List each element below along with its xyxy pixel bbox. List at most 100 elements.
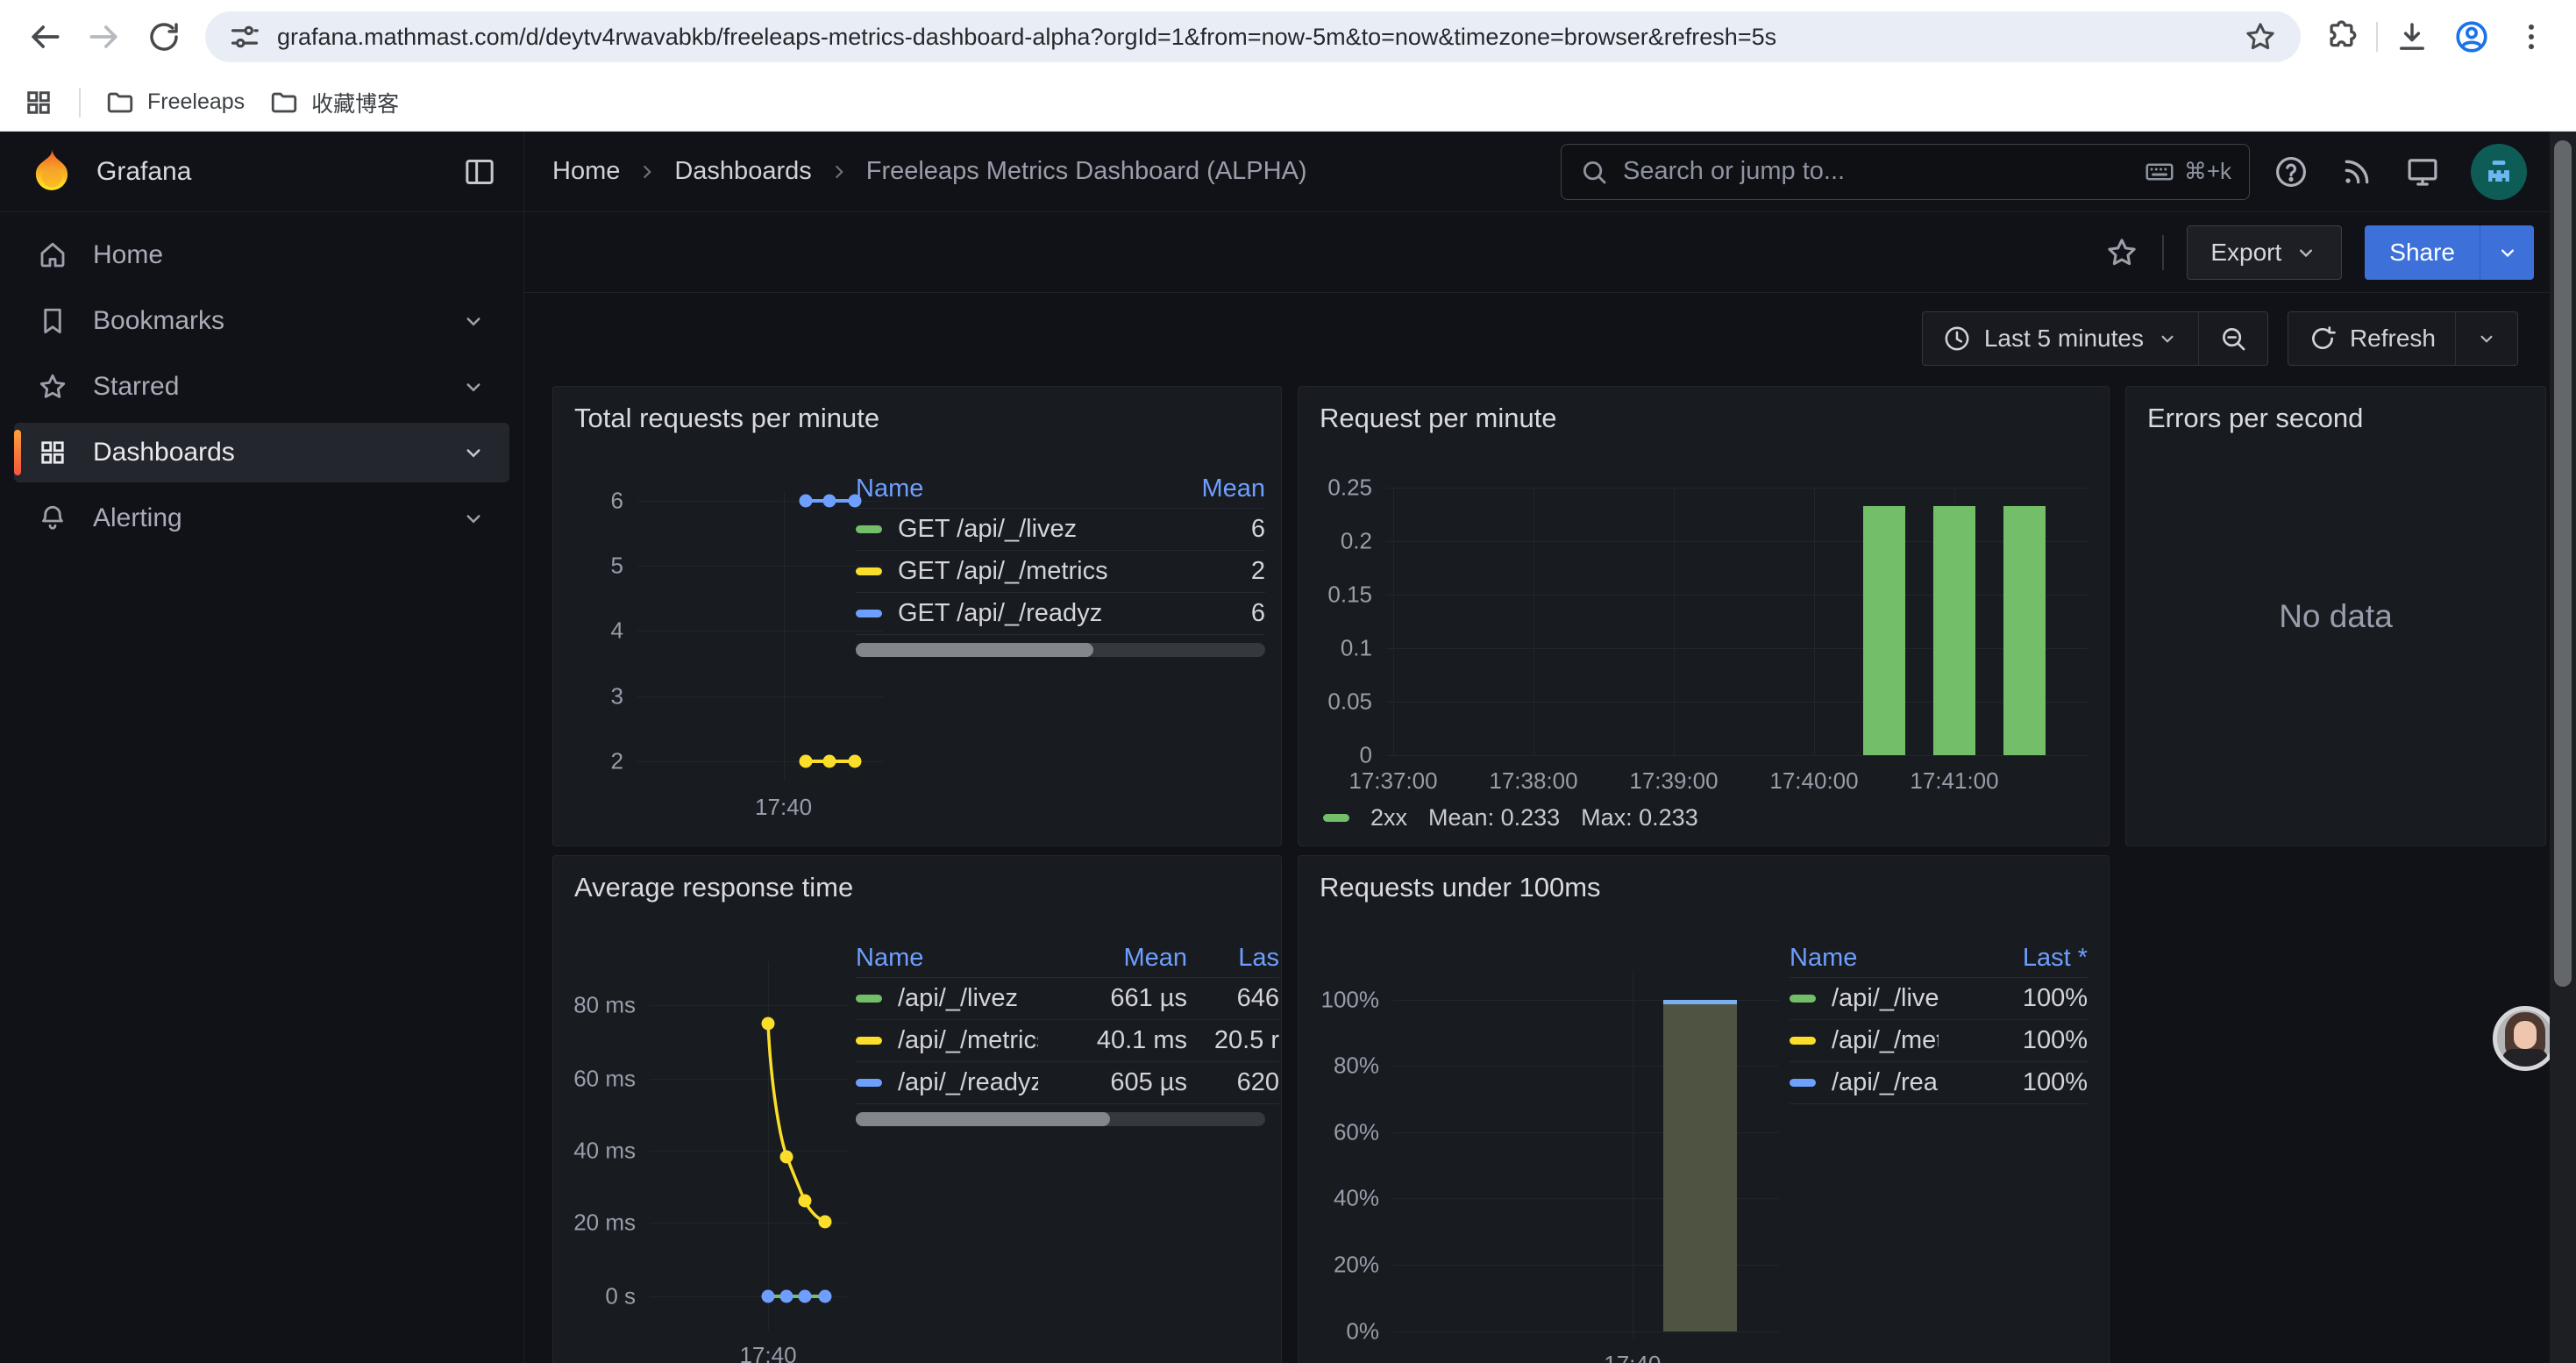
forward-icon[interactable] — [79, 11, 130, 62]
table-row[interactable]: /api/_/livez 100% — [1790, 978, 2088, 1020]
panel-total-requests[interactable]: Total requests per minute 6 5 4 3 2 17:4… — [552, 386, 1282, 846]
scrollbar-thumb[interactable] — [2554, 140, 2572, 987]
y-tick: 60% — [1334, 1118, 1379, 1145]
grafana-logo[interactable] — [26, 146, 77, 197]
x-tick: 17:37:00 — [1348, 767, 1437, 795]
sidebar-collapse-icon[interactable] — [462, 154, 497, 189]
profile-icon[interactable] — [2446, 11, 2497, 62]
bookmarks-bar: Freeleaps 收藏博客 — [0, 74, 2576, 132]
screen-monitor-icon[interactable] — [2404, 153, 2441, 190]
downloads-icon[interactable] — [2387, 11, 2437, 62]
refresh-button[interactable]: Refresh — [2288, 312, 2455, 365]
x-tick: 17:40 — [739, 1342, 796, 1363]
table-row[interactable]: GET /api/_/readyz 6 — [856, 593, 1265, 635]
panel-errors-per-second[interactable]: Errors per second No data — [2125, 386, 2546, 846]
series-mean: 605 µs — [1038, 1068, 1187, 1097]
legend-hscrollbar[interactable] — [856, 643, 1265, 657]
table-row[interactable]: /api/_/metrics 100% — [1790, 1020, 2088, 1062]
share-menu-caret[interactable] — [2480, 225, 2534, 280]
col-mean[interactable]: Mean — [1160, 475, 1265, 503]
refresh-group: Refresh — [2288, 311, 2518, 366]
table-row[interactable]: /api/_/livez 661 µs 646 — [856, 978, 1279, 1020]
chevron-down-icon[interactable] — [460, 308, 487, 334]
col-last[interactable]: Las — [1187, 944, 1279, 973]
panel-title: Errors per second — [2147, 403, 2363, 434]
breadcrumb-dashboards[interactable]: Dashboards — [674, 157, 811, 186]
y-tick: 40 ms — [573, 1138, 636, 1165]
user-avatar[interactable] — [2471, 144, 2527, 200]
sidebar-item-starred[interactable]: Starred — [14, 357, 509, 417]
sidebar-item-bookmarks[interactable]: Bookmarks — [14, 291, 509, 351]
grafana-app: Grafana Home Bookmarks Starred D — [0, 132, 2576, 1363]
avg-response-legend-table: Name Mean Las /api/_/livez 661 µs 646 /a… — [856, 939, 1279, 1104]
zoom-out-button[interactable] — [2198, 312, 2267, 365]
help-icon[interactable] — [2273, 153, 2309, 190]
site-settings-icon[interactable] — [228, 20, 261, 54]
browser-menu-icon[interactable] — [2506, 11, 2557, 62]
refresh-interval-caret[interactable] — [2455, 312, 2517, 365]
bookmark-folder-freeleaps[interactable]: Freeleaps — [105, 88, 245, 118]
panel-request-per-minute[interactable]: Request per minute 0.25 0.2 0.15 0.1 0.0… — [1298, 386, 2110, 846]
table-row[interactable]: /api/_/metrics 40.1 ms 20.5 r — [856, 1020, 1279, 1062]
url-input[interactable] — [277, 24, 2227, 51]
table-row[interactable]: GET /api/_/metrics 2 — [856, 551, 1265, 593]
sidebar-item-dashboards[interactable]: Dashboards — [14, 423, 509, 482]
chevron-down-icon[interactable] — [460, 439, 487, 466]
col-name[interactable]: Name — [856, 475, 1160, 503]
stacked-percent-bar — [1663, 1000, 1737, 1331]
breadcrumb-current: Freeleaps Metrics Dashboard (ALPHA) — [866, 157, 1307, 186]
export-button[interactable]: Export — [2187, 225, 2342, 280]
col-mean[interactable]: Mean — [1038, 944, 1187, 973]
sidebar-item-home[interactable]: Home — [14, 225, 509, 285]
series-swatch — [856, 1037, 882, 1045]
legend-2xx[interactable]: 2xx Mean: 0.233 Max: 0.233 — [1323, 804, 1698, 831]
col-last[interactable]: Last * — [1939, 944, 2088, 973]
bookmark-folder-blogs[interactable]: 收藏博客 — [269, 87, 399, 118]
y-tick: 4 — [611, 617, 623, 645]
star-dashboard-icon[interactable] — [2104, 235, 2139, 270]
avg-response-plot: 80 ms 60 ms 40 ms 20 ms 0 s — [650, 961, 847, 1330]
panel-avg-response-time[interactable]: Average response time 80 ms 60 ms 40 ms … — [552, 855, 1282, 1363]
search-input[interactable] — [1623, 157, 2130, 186]
col-name[interactable]: Name — [1790, 944, 1939, 973]
panel-requests-under-100ms[interactable]: Requests under 100ms 100% 80% 60% 40% 20… — [1298, 855, 2110, 1363]
share-button[interactable]: Share — [2365, 225, 2534, 280]
reload-icon[interactable] — [139, 11, 189, 62]
bookmarks-divider — [79, 88, 81, 118]
back-icon[interactable] — [19, 11, 70, 62]
sidebar-nav: Home Bookmarks Starred Dashboards Alerti… — [0, 212, 523, 561]
series-name: /api/_/metrics — [1832, 1026, 1939, 1055]
breadcrumb-home[interactable]: Home — [552, 157, 620, 186]
time-controls: Last 5 minutes Refresh — [524, 293, 2576, 384]
table-row[interactable]: /api/_/readyz 100% — [1790, 1062, 2088, 1104]
apps-grid-icon[interactable] — [23, 87, 54, 118]
series-last: 620 — [1187, 1068, 1279, 1097]
table-row[interactable]: GET /api/_/livez 6 — [856, 509, 1265, 551]
bookmark-star-icon[interactable] — [2243, 19, 2278, 54]
page-scrollbar[interactable] — [2550, 132, 2576, 1363]
series-name: GET /api/_/metrics — [898, 557, 1160, 586]
extensions-icon[interactable] — [2316, 11, 2367, 62]
chevron-down-icon[interactable] — [460, 374, 487, 400]
series-swatch — [1790, 1079, 1816, 1087]
news-rss-icon[interactable] — [2339, 154, 2374, 189]
chevron-down-icon[interactable] — [460, 505, 487, 532]
url-bar[interactable] — [205, 11, 2301, 62]
series-last: 100% — [1939, 984, 2088, 1013]
search-box[interactable]: ⌘+k — [1561, 144, 2250, 200]
time-range-picker[interactable]: Last 5 minutes — [1923, 312, 2198, 365]
legend-hscrollbar[interactable] — [856, 1112, 1265, 1126]
floating-avatar[interactable] — [2493, 1006, 2558, 1071]
y-tick: 0 s — [605, 1283, 636, 1310]
bar-2xx — [2003, 506, 2046, 755]
chevron-down-icon — [2475, 327, 2498, 350]
col-name[interactable]: Name — [856, 944, 1038, 973]
x-tick: 17:40 — [755, 794, 812, 821]
table-header: Name Mean Las — [856, 939, 1279, 978]
panel-title: Request per minute — [1320, 403, 1557, 434]
legend-max: Max: 0.233 — [1581, 804, 1698, 831]
table-row[interactable]: /api/_/readyz 605 µs 620 — [856, 1062, 1279, 1104]
sidebar-item-alerting[interactable]: Alerting — [14, 489, 509, 548]
search-shortcut: ⌘+k — [2144, 156, 2231, 188]
series-last: 20.5 r — [1187, 1026, 1279, 1055]
